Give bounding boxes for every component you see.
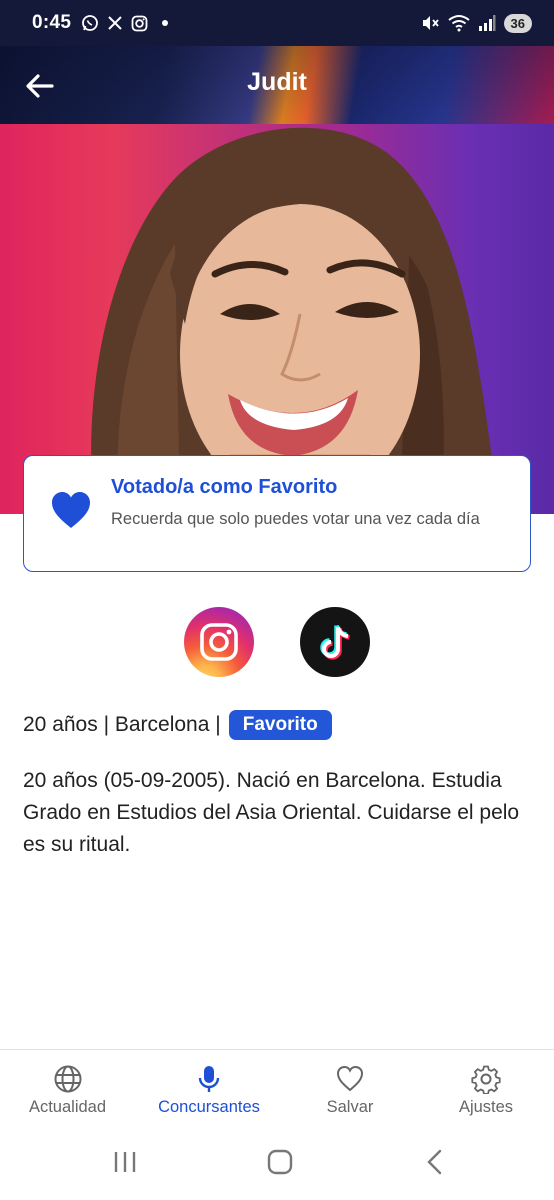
instagram-icon [200,623,238,661]
age-city-text: 20 años | Barcelona | [23,713,221,736]
vote-message: Recuerda que solo puedes votar una vez c… [111,510,480,528]
notification-icons [81,14,169,32]
status-time: 0:45 [32,12,72,33]
x-icon [108,16,122,30]
nav-label: Ajustes [458,1098,514,1116]
page-title: Judit [247,68,307,96]
wifi-icon [447,15,470,32]
vote-status-card: Votado/a como Favorito Recuerda que solo… [23,455,531,572]
instagram-button[interactable] [184,607,254,677]
status-badge: Favorito [228,710,332,740]
heart-filled-icon [52,492,90,528]
nav-ajustes[interactable]: Ajustes [446,1064,526,1117]
nav-actualidad[interactable]: Actualidad [20,1064,115,1117]
tiktok-button[interactable] [300,607,370,677]
home-button[interactable] [266,1148,294,1176]
microphone-icon [198,1066,220,1092]
signal-icon [478,15,496,31]
status-bar: 0:45 36 [0,0,554,46]
system-icons: 36 [420,13,532,33]
notification-dot [162,20,169,26]
whatsapp-icon [82,15,99,31]
globe-icon [54,1065,81,1093]
nav-label: Salvar [326,1098,374,1116]
nav-label: Concursantes [158,1098,260,1116]
instagram-icon [131,15,148,31]
nav-label: Actualidad [28,1098,107,1116]
battery-icon: 36 [503,13,532,33]
back-nav-button[interactable] [424,1148,446,1176]
recent-apps-button[interactable] [112,1148,138,1176]
mute-icon [422,16,439,30]
gear-icon [471,1065,501,1094]
nav-concursantes[interactable]: Concursantes [150,1064,268,1117]
app-header: Judit [0,46,554,124]
tiktok-icon [320,624,350,660]
system-nav-bar [0,1130,554,1200]
bio-text: 20 años (05-09-2005). Nació en Barcelona… [23,769,520,856]
nav-salvar[interactable]: Salvar [310,1064,390,1117]
info-line: 20 años | Barcelona | Favorito [23,710,332,740]
heart-icon [336,1065,364,1092]
vote-title: Votado/a como Favorito [111,476,338,498]
bottom-nav: Actualidad Concursantes Salvar Ajustes [0,1049,554,1129]
